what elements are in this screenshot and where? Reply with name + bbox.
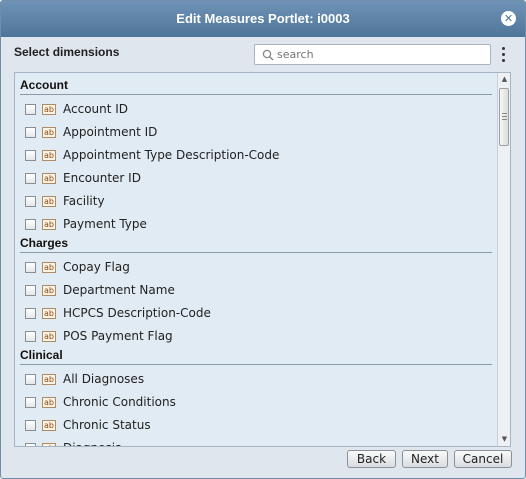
dimension-checkbox[interactable] bbox=[25, 420, 36, 431]
title-bar[interactable]: Edit Measures Portlet: i0003 ✕ bbox=[1, 1, 525, 37]
dimension-item[interactable]: ab POS Payment Flag bbox=[25, 328, 485, 346]
dimension-item[interactable]: ab Account ID bbox=[25, 101, 485, 119]
text-type-icon: ab bbox=[42, 127, 56, 138]
dimension-item[interactable]: ab Department Name bbox=[25, 282, 485, 300]
dimension-checkbox[interactable] bbox=[25, 331, 36, 342]
text-type-icon: ab bbox=[42, 219, 56, 230]
scroll-down-arrow-icon[interactable]: ▼ bbox=[498, 433, 510, 446]
dimension-label: Appointment Type Description-Code bbox=[63, 148, 280, 162]
dimension-item[interactable]: ab All Diagnoses bbox=[25, 371, 485, 389]
dimension-item[interactable]: ab Payment Type bbox=[25, 216, 485, 234]
more-options-icon[interactable] bbox=[502, 47, 506, 63]
dimension-label: Copay Flag bbox=[63, 260, 130, 274]
dimension-label: Appointment ID bbox=[63, 125, 158, 139]
dimension-checkbox[interactable] bbox=[25, 285, 36, 296]
edit-measures-dialog: Edit Measures Portlet: i0003 ✕ Select di… bbox=[0, 0, 526, 479]
group-label: Account bbox=[20, 78, 68, 92]
search-box[interactable] bbox=[254, 44, 491, 65]
group-label: Clinical bbox=[20, 348, 63, 362]
scroll-up-arrow-icon[interactable]: ▲ bbox=[498, 73, 510, 86]
text-type-icon: ab bbox=[42, 420, 56, 431]
text-type-icon: ab bbox=[42, 196, 56, 207]
search-input[interactable] bbox=[277, 46, 482, 63]
dimension-label: POS Payment Flag bbox=[63, 329, 173, 343]
dimension-label: Encounter ID bbox=[63, 171, 141, 185]
text-type-icon: ab bbox=[42, 150, 56, 161]
dimension-checkbox[interactable] bbox=[25, 127, 36, 138]
dimension-checkbox[interactable] bbox=[25, 196, 36, 207]
dimension-item[interactable]: ab Copay Flag bbox=[25, 259, 485, 277]
dimension-label: Chronic Status bbox=[63, 418, 151, 432]
text-type-icon: ab bbox=[42, 285, 56, 296]
text-type-icon: ab bbox=[42, 262, 56, 273]
select-dimensions-heading: Select dimensions bbox=[14, 45, 120, 59]
dimension-checkbox[interactable] bbox=[25, 443, 36, 446]
dimension-item[interactable]: ab Chronic Status bbox=[25, 417, 485, 435]
dimension-label: Facility bbox=[63, 194, 105, 208]
dimension-item[interactable]: ab HCPCS Description-Code bbox=[25, 305, 485, 323]
search-icon bbox=[262, 49, 274, 61]
dimension-item[interactable]: ab Appointment Type Description-Code bbox=[25, 147, 485, 165]
text-type-icon: ab bbox=[42, 331, 56, 342]
text-type-icon: ab bbox=[42, 308, 56, 319]
dimension-checkbox[interactable] bbox=[25, 173, 36, 184]
text-type-icon: ab bbox=[42, 443, 56, 446]
dimension-checkbox[interactable] bbox=[25, 150, 36, 161]
dimension-item[interactable]: ab Facility bbox=[25, 193, 485, 211]
text-type-icon: ab bbox=[42, 104, 56, 115]
dimension-label: Payment Type bbox=[63, 217, 147, 231]
dimension-checkbox[interactable] bbox=[25, 104, 36, 115]
scrollbar-thumb[interactable] bbox=[499, 88, 509, 146]
dimensions-list[interactable]: Account ab Account ID ab Appointment ID ab App… bbox=[14, 72, 511, 447]
dimension-label: HCPCS Description-Code bbox=[63, 306, 211, 320]
dimension-label: Department Name bbox=[63, 283, 175, 297]
dimension-checkbox[interactable] bbox=[25, 219, 36, 230]
dimension-item[interactable]: ab Diagnosis bbox=[25, 440, 485, 446]
text-type-icon: ab bbox=[42, 397, 56, 408]
dimension-item[interactable]: ab Appointment ID bbox=[25, 124, 485, 142]
vertical-scrollbar[interactable]: ▲ ▼ bbox=[497, 73, 510, 446]
close-icon[interactable]: ✕ bbox=[501, 11, 516, 26]
dimension-checkbox[interactable] bbox=[25, 308, 36, 319]
dimension-label: Account ID bbox=[63, 102, 129, 116]
dimension-label: All Diagnoses bbox=[63, 372, 145, 386]
next-button[interactable]: Next bbox=[402, 450, 448, 468]
dialog-title: Edit Measures Portlet: i0003 bbox=[176, 11, 350, 26]
cancel-button[interactable]: Cancel bbox=[454, 450, 512, 468]
text-type-icon: ab bbox=[42, 173, 56, 184]
group-divider bbox=[20, 94, 492, 95]
back-button[interactable]: Back bbox=[347, 450, 396, 468]
dimension-checkbox[interactable] bbox=[25, 397, 36, 408]
dimension-checkbox[interactable] bbox=[25, 262, 36, 273]
dimension-checkbox[interactable] bbox=[25, 374, 36, 385]
dimension-item[interactable]: ab Encounter ID bbox=[25, 170, 485, 188]
dimension-label: Diagnosis bbox=[63, 441, 121, 446]
group-divider bbox=[20, 364, 492, 365]
group-divider bbox=[20, 252, 492, 253]
group-label: Charges bbox=[20, 236, 69, 250]
dimension-item[interactable]: ab Chronic Conditions bbox=[25, 394, 485, 412]
dimension-label: Chronic Conditions bbox=[63, 395, 176, 409]
text-type-icon: ab bbox=[42, 374, 56, 385]
